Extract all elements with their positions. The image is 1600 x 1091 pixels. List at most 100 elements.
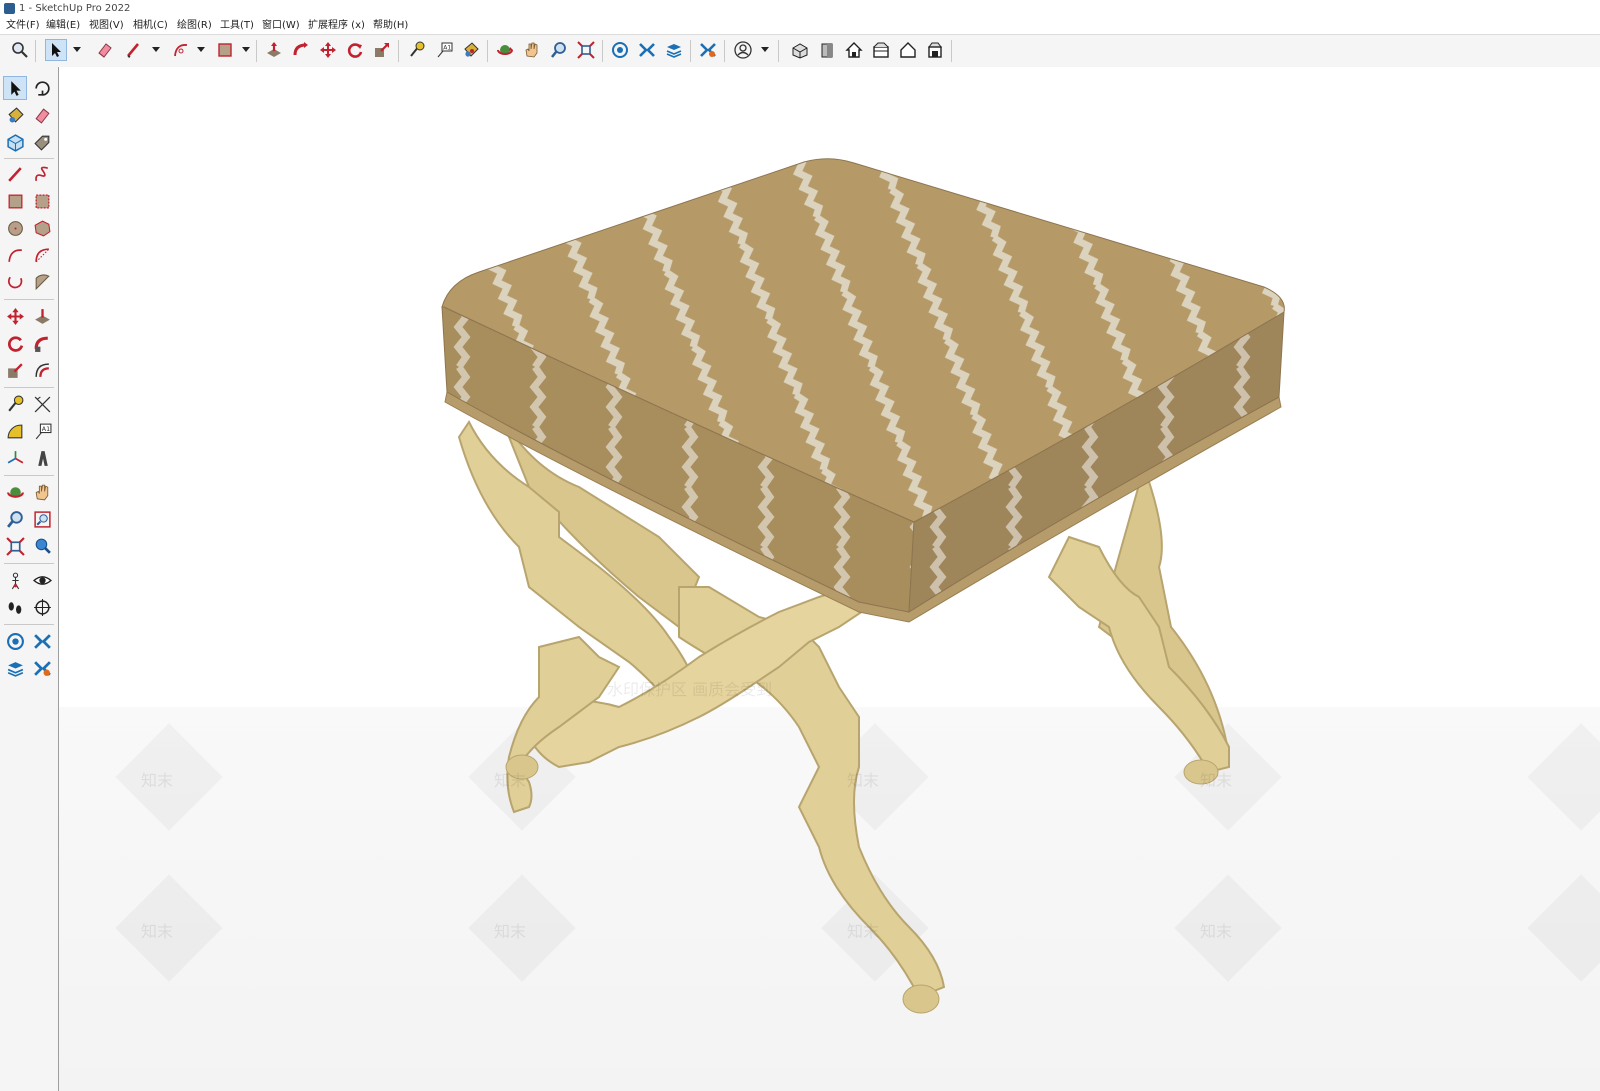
two-point-arc-tool[interactable] xyxy=(30,243,54,267)
select-tool[interactable] xyxy=(3,76,27,100)
zoom-tool[interactable] xyxy=(3,507,27,531)
view-back-button[interactable] xyxy=(924,39,946,61)
text-tool[interactable]: A1 xyxy=(30,419,54,443)
arc-tool-button[interactable] xyxy=(170,39,192,61)
dimension-tool[interactable] xyxy=(30,392,54,416)
push-pull-button[interactable] xyxy=(263,39,285,61)
watermark-logo-text: 知末 xyxy=(494,922,527,941)
scale-tool[interactable] xyxy=(3,358,27,382)
zoom-extents-tool[interactable] xyxy=(3,534,27,558)
paint-bucket-button[interactable] xyxy=(460,39,482,61)
line-tool-button[interactable] xyxy=(123,39,145,61)
polygon-tool[interactable] xyxy=(30,216,54,240)
watermark-text: 水印保护区 画质会受到 xyxy=(607,680,773,699)
walk-tool[interactable] xyxy=(3,595,27,619)
menu-extensions[interactable]: 扩展程序 (x) xyxy=(308,17,365,34)
line-dropdown[interactable] xyxy=(151,45,160,54)
section-plane-tool[interactable] xyxy=(30,595,54,619)
line-tool[interactable] xyxy=(3,162,27,186)
tape-measure-button[interactable] xyxy=(406,39,428,61)
component-tool[interactable] xyxy=(3,130,27,154)
protractor-tool[interactable] xyxy=(3,419,27,443)
offset-tool[interactable] xyxy=(30,358,54,382)
paint-bucket-tool[interactable] xyxy=(3,103,27,127)
extension-manager-tool[interactable] xyxy=(30,656,54,680)
view-top-button[interactable] xyxy=(870,39,892,61)
zoom-extents-toolbar-button[interactable] xyxy=(575,39,597,61)
rectangle-tool-button[interactable] xyxy=(214,39,236,61)
rotate-button[interactable] xyxy=(344,39,366,61)
view-front-button[interactable] xyxy=(816,39,838,61)
menu-camera[interactable]: 相机(C) xyxy=(133,17,168,34)
follow-me-button[interactable] xyxy=(290,39,312,61)
push-pull-tool[interactable] xyxy=(30,304,54,328)
arc-dropdown[interactable] xyxy=(196,45,205,54)
account-icon xyxy=(734,41,752,59)
pan-button[interactable] xyxy=(521,39,543,61)
orbit-tool[interactable] xyxy=(30,76,54,100)
3d-text-tool[interactable] xyxy=(30,446,54,470)
select-tool-button[interactable] xyxy=(45,39,67,61)
pie-tool[interactable] xyxy=(30,270,54,294)
rotate-tool[interactable] xyxy=(3,331,27,355)
rectangle-dropdown[interactable] xyxy=(241,45,250,54)
svg-text:A1: A1 xyxy=(443,45,451,52)
rectangle-tool[interactable] xyxy=(3,189,27,213)
text-icon: A1 xyxy=(437,42,453,58)
menu-help[interactable]: 帮助(H) xyxy=(373,17,408,34)
previous-view-tool[interactable] xyxy=(30,534,54,558)
arc-tool[interactable] xyxy=(3,243,27,267)
eraser-button[interactable] xyxy=(94,39,116,61)
circle-icon xyxy=(7,220,23,236)
warehouse-button[interactable] xyxy=(609,39,631,61)
eraser-icon xyxy=(98,43,112,58)
menu-view[interactable]: 视图(V) xyxy=(89,17,124,34)
circle-tool[interactable] xyxy=(3,216,27,240)
account-dropdown[interactable] xyxy=(760,45,769,54)
scale-icon xyxy=(375,43,389,57)
move-tool[interactable] xyxy=(3,304,27,328)
zoom-button[interactable] xyxy=(548,39,570,61)
layout-button[interactable] xyxy=(663,39,685,61)
eraser-tool[interactable] xyxy=(30,103,54,127)
warehouse-tool[interactable] xyxy=(3,629,27,653)
menu-draw[interactable]: 绘图(R) xyxy=(177,17,212,34)
orbit-button[interactable] xyxy=(494,39,516,61)
orbit-tool-2[interactable] xyxy=(3,480,27,504)
layout-tool[interactable] xyxy=(3,656,27,680)
view-house-button[interactable] xyxy=(897,39,919,61)
move-icon xyxy=(6,307,24,325)
extension-manager-button[interactable] xyxy=(697,39,719,61)
axes-tool[interactable] xyxy=(3,446,27,470)
scale-button[interactable] xyxy=(371,39,393,61)
rotated-rectangle-tool[interactable] xyxy=(30,189,54,213)
model-viewport[interactable]: 水印保护区 画质会受到 知末 知末 知末 知末 知末 知末 知末 知末 xyxy=(59,67,1600,1091)
zoom-window-tool[interactable] xyxy=(30,507,54,531)
move-icon xyxy=(320,42,336,58)
three-point-arc-tool[interactable] xyxy=(3,270,27,294)
menu-file[interactable]: 文件(F) xyxy=(6,17,40,34)
zoom-extents-button[interactable] xyxy=(9,39,31,61)
follow-me-tool[interactable] xyxy=(30,331,54,355)
pan-tool[interactable] xyxy=(30,480,54,504)
menu-edit[interactable]: 编辑(E) xyxy=(46,17,80,34)
position-camera-tool[interactable] xyxy=(3,568,27,592)
account-button[interactable] xyxy=(732,39,754,61)
rectangle-icon xyxy=(218,43,232,57)
extensions-tool[interactable] xyxy=(30,629,54,653)
view-iso-button[interactable] xyxy=(789,39,811,61)
three-point-arc-icon xyxy=(7,276,22,288)
tag-tool[interactable] xyxy=(30,130,54,154)
view-front-icon xyxy=(821,43,833,58)
move-button[interactable] xyxy=(317,39,339,61)
extensions-button[interactable] xyxy=(636,39,658,61)
view-home-button[interactable] xyxy=(843,39,865,61)
tape-measure-tool[interactable] xyxy=(3,392,27,416)
select-dropdown[interactable] xyxy=(72,45,81,54)
freehand-icon xyxy=(34,166,48,181)
freehand-tool[interactable] xyxy=(30,162,54,186)
look-around-tool[interactable] xyxy=(30,568,54,592)
menu-window[interactable]: 窗口(W) xyxy=(262,17,300,34)
menu-tools[interactable]: 工具(T) xyxy=(220,17,254,34)
text-button[interactable]: A1 xyxy=(433,39,455,61)
